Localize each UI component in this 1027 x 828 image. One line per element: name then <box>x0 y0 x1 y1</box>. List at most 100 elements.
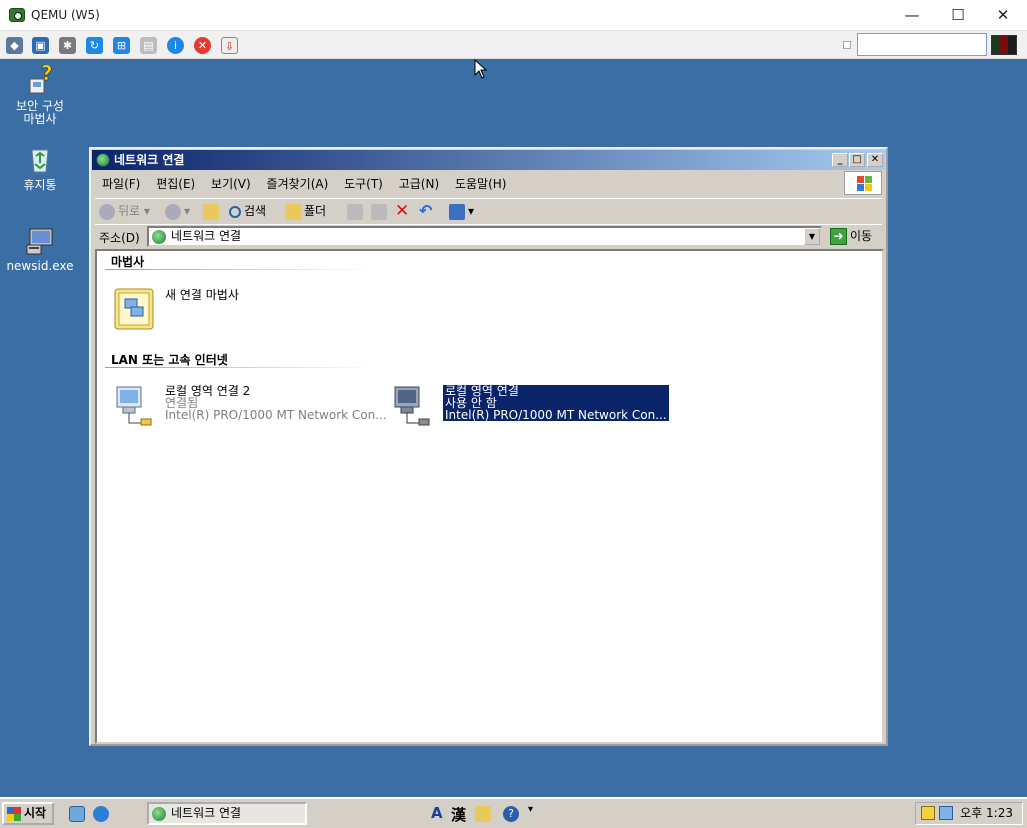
desktop-icon-newsid[interactable]: newsid.exe <box>0 225 80 273</box>
folders-button[interactable]: 폴더 <box>285 201 326 221</box>
item-name: 로컬 영역 연결 2 <box>165 384 251 398</box>
host-title: QEMU (W5) <box>31 8 100 22</box>
ime-options-icon[interactable]: ▾ <box>528 804 533 815</box>
start-button[interactable]: 시작 <box>2 802 54 825</box>
help-icon[interactable]: ? <box>503 806 519 822</box>
task-label: 네트워크 연결 <box>171 806 242 820</box>
address-dropdown-icon[interactable]: ▼ <box>804 228 820 245</box>
menu-edit[interactable]: 편집(E) <box>150 173 201 194</box>
security-shield-icon[interactable] <box>921 806 935 820</box>
disk-icon[interactable]: ▤ <box>140 37 157 54</box>
network-icon[interactable]: ◆ <box>6 37 23 54</box>
item-device: Intel(R) PRO/1000 MT Network Con... <box>165 408 387 422</box>
menu-help[interactable]: 도움말(H) <box>449 173 513 194</box>
search-button[interactable]: 검색 <box>229 201 266 221</box>
maximize-button[interactable]: ☐ <box>935 0 981 30</box>
network-globe-icon <box>96 153 110 167</box>
menu-view[interactable]: 보기(V) <box>205 173 257 194</box>
window-title-bar[interactable]: 네트워크 연결 _ □ ✕ <box>92 150 885 170</box>
search-label: 검색 <box>244 204 267 218</box>
svg-text:?: ? <box>41 65 53 85</box>
back-arrow-icon <box>99 203 115 220</box>
desktop-icon-label: newsid.exe <box>6 259 74 273</box>
qemu-app-icon <box>9 8 25 22</box>
move-to-button[interactable] <box>347 201 366 221</box>
item-name: 새 연결 마법사 <box>165 288 239 302</box>
back-label: 뒤로 <box>118 204 141 218</box>
gear-icon[interactable]: ✱ <box>59 37 76 54</box>
security-wizard-icon: ? <box>24 61 56 97</box>
network-connection-icon <box>116 386 152 426</box>
group-divider <box>105 269 375 270</box>
delete-icon[interactable]: ✕ <box>395 201 409 221</box>
item-device: Intel(R) PRO/1000 MT Network Con... <box>445 408 667 422</box>
clock[interactable]: 오후 1:23 <box>960 803 1013 824</box>
up-folder-icon <box>203 203 219 220</box>
desktop-icon-label: 보안 구성 마법사 <box>16 99 64 126</box>
start-label: 시작 <box>24 806 47 820</box>
move-to-icon <box>347 203 363 220</box>
forward-arrow-icon <box>165 203 181 220</box>
color-swatch[interactable] <box>991 35 1017 55</box>
fullscreen-icon[interactable]: ▣ <box>32 37 49 54</box>
views-button[interactable]: ▾ <box>449 201 474 221</box>
toolbar-checkbox[interactable] <box>843 41 851 49</box>
address-input[interactable]: 네트워크 연결 ▼ <box>147 226 822 247</box>
ime-tool-icon[interactable] <box>475 806 491 822</box>
go-label: 이동 <box>850 229 873 243</box>
windows-icon[interactable]: ⊞ <box>113 37 130 54</box>
views-icon <box>449 203 465 220</box>
network-disabled-icon <box>394 386 430 426</box>
network-globe-icon <box>152 230 166 244</box>
computer-icon <box>24 225 56 257</box>
menu-favorites[interactable]: 즐겨찾기(A) <box>261 173 335 194</box>
menu-bar: 파일(F) 편집(E) 보기(V) 즐겨찾기(A) 도구(T) 고급(N) 도움… <box>96 173 512 193</box>
standard-toolbar: 뒤로 ▾ ▾ 검색 폴더 ✕ ↶ ▾ <box>95 198 882 222</box>
eject-icon[interactable]: ⇩ <box>221 37 238 54</box>
windows-logo-icon <box>844 171 882 195</box>
folder-icon <box>285 203 301 220</box>
menu-advanced[interactable]: 고급(N) <box>393 173 445 194</box>
up-folder-button[interactable] <box>203 201 222 221</box>
go-button[interactable]: ➜ 이동 <box>828 226 872 247</box>
info-icon[interactable]: i <box>167 37 184 54</box>
undo-icon[interactable]: ↶ <box>419 201 432 221</box>
ime-mode-icon[interactable]: A <box>431 804 443 822</box>
window-maximize-button[interactable]: □ <box>849 153 865 167</box>
stop-icon[interactable]: ✕ <box>194 37 211 54</box>
windows-flag-icon <box>7 807 21 821</box>
system-tray: 오후 1:23 <box>915 802 1023 825</box>
folders-label: 폴더 <box>304 204 327 218</box>
refresh-icon[interactable]: ↻ <box>86 37 103 54</box>
close-button[interactable]: ✕ <box>980 0 1026 30</box>
window-close-button[interactable]: ✕ <box>867 153 883 167</box>
back-button[interactable]: 뒤로 ▾ <box>99 201 150 221</box>
menu-file[interactable]: 파일(F) <box>96 173 146 194</box>
window-title: 네트워크 연결 <box>114 153 185 167</box>
network-connections-window: 네트워크 연결 _ □ ✕ 파일(F) 편집(E) 보기(V) 즐겨찾기(A) … <box>89 147 888 746</box>
host-search-input[interactable] <box>857 33 987 56</box>
address-value: 네트워크 연결 <box>171 229 242 243</box>
desktop-icon-recycle-bin[interactable]: 휴지통 <box>0 144 80 192</box>
forward-button[interactable]: ▾ <box>165 201 190 221</box>
ime-hanja-icon[interactable]: 漢 <box>451 804 466 825</box>
menu-tools[interactable]: 도구(T) <box>338 173 389 194</box>
minimize-button[interactable]: — <box>889 0 935 30</box>
internet-explorer-icon[interactable] <box>93 806 109 822</box>
new-connection-wizard-icon <box>114 288 154 330</box>
group-divider <box>105 367 375 368</box>
network-globe-icon <box>152 807 166 821</box>
desktop-icon-label: 휴지통 <box>23 178 57 192</box>
desktop-icon-security-wizard[interactable]: ? 보안 구성 마법사 <box>0 61 80 126</box>
taskbar-task-network-connections[interactable]: 네트워크 연결 <box>147 802 307 825</box>
show-desktop-icon[interactable] <box>69 806 85 822</box>
taskbar: 시작 네트워크 연결 A 漢 ? ▾ 오후 1:23 <box>0 797 1027 828</box>
copy-to-icon <box>371 203 387 220</box>
copy-to-button[interactable] <box>371 201 390 221</box>
go-arrow-icon: ➜ <box>830 228 847 245</box>
address-label: 주소(D) <box>99 231 140 245</box>
network-tray-icon[interactable] <box>939 806 953 820</box>
group-header-wizard: 마법사 <box>111 255 145 269</box>
window-minimize-button[interactable]: _ <box>832 153 848 167</box>
group-header-lan: LAN 또는 고속 인터넷 <box>111 353 228 367</box>
